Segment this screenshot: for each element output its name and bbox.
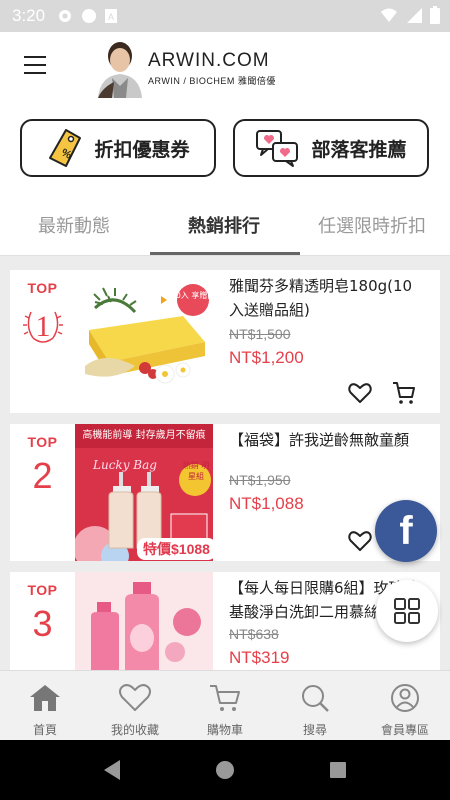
tab-latest[interactable]: 最新動態 bbox=[38, 212, 110, 238]
original-price: NT$1,950 bbox=[229, 472, 291, 488]
menu-icon[interactable] bbox=[24, 56, 46, 74]
rank-label: TOP bbox=[27, 280, 58, 296]
sale-price: NT$1,200 bbox=[229, 348, 304, 367]
rank-number: 3 bbox=[32, 603, 53, 644]
cart-icon bbox=[210, 685, 240, 711]
tab-active-indicator bbox=[150, 252, 300, 255]
badge-text: 熱銷 明星組 bbox=[182, 461, 210, 481]
nav-member[interactable]: 會員專區 bbox=[360, 683, 450, 738]
facebook-icon: f bbox=[399, 508, 413, 553]
rank-badge: TOP 2 bbox=[10, 434, 75, 494]
original-price: NT$638 bbox=[229, 626, 279, 642]
nav-cart[interactable]: 購物車 bbox=[180, 683, 270, 738]
badge-text: 10入 享贈品 bbox=[171, 290, 213, 300]
logo[interactable]: ARWIN.COM ARWIN / BIOCHEM 雅聞倍優 bbox=[92, 38, 292, 98]
tab-bar: 最新動態 熱銷排行 任選限時折扣 bbox=[0, 194, 450, 256]
rank-badge: TOP 3 bbox=[10, 582, 75, 642]
status-time: 3:20 bbox=[12, 6, 46, 25]
battery-icon bbox=[430, 6, 440, 24]
coupon-button[interactable]: % 折扣優惠券 bbox=[20, 119, 216, 177]
rank-badge: TOP 1 bbox=[10, 280, 75, 354]
svg-text:A: A bbox=[108, 12, 114, 22]
grid-icon bbox=[394, 598, 420, 624]
nav-label: 購物車 bbox=[206, 723, 243, 737]
pink-bottles-image bbox=[91, 582, 201, 670]
circle-icon bbox=[82, 9, 97, 23]
tab-limited-discount[interactable]: 任選限時折扣 bbox=[318, 212, 426, 238]
font-icon: A bbox=[105, 9, 118, 23]
favorite-heart-icon[interactable] bbox=[347, 528, 373, 554]
rank-number: 2 bbox=[32, 455, 53, 496]
logo-title: ARWIN.COM bbox=[148, 50, 270, 71]
blog-recommend-button[interactable]: 部落客推薦 bbox=[233, 119, 429, 177]
logo-portrait-icon bbox=[98, 42, 142, 98]
tab-bestseller[interactable]: 熱銷排行 bbox=[188, 212, 260, 238]
sale-price: NT$1,088 bbox=[229, 494, 304, 513]
product-card-1[interactable]: TOP 1 10入 享贈品 雅聞芬多精透明皂180g(10入送贈品組) NT$1… bbox=[10, 270, 440, 413]
nav-label: 首頁 bbox=[32, 723, 57, 737]
wifi-icon bbox=[381, 8, 397, 22]
product-image[interactable]: 10入 享贈品 bbox=[75, 270, 213, 413]
logo-subtitle: ARWIN / BIOCHEM 雅聞倍優 bbox=[148, 76, 276, 86]
status-bar: 3:20 A bbox=[0, 0, 450, 32]
favorite-heart-icon[interactable] bbox=[347, 380, 373, 406]
back-icon[interactable] bbox=[102, 759, 122, 781]
product-image[interactable] bbox=[75, 572, 213, 670]
coupon-label: 折扣優惠券 bbox=[94, 138, 190, 161]
rank-label: TOP bbox=[27, 434, 58, 450]
nav-label: 我的收藏 bbox=[110, 723, 159, 737]
nav-home[interactable]: 首頁 bbox=[0, 683, 90, 738]
product-card-3[interactable]: TOP 3 【每人每日限購6組】玫瑰胺基酸淨白洗卸二用慕絲 NT$638 NT$… bbox=[10, 572, 440, 670]
rank-number: 1 bbox=[35, 310, 50, 343]
add-to-cart-icon[interactable] bbox=[391, 380, 417, 406]
facebook-button[interactable]: f bbox=[375, 500, 437, 562]
coupon-tag-icon: % bbox=[49, 129, 82, 167]
home-icon bbox=[30, 685, 60, 711]
recents-icon[interactable] bbox=[329, 761, 347, 779]
search-icon bbox=[302, 685, 329, 712]
nav-label: 搜尋 bbox=[302, 723, 327, 737]
nav-search[interactable]: 搜尋 bbox=[270, 683, 360, 738]
promo-banner: 高機能前導 封存歲月不留痕 bbox=[75, 424, 213, 448]
app-header: ARWIN.COM ARWIN / BIOCHEM 雅聞倍優 bbox=[0, 32, 450, 102]
heart-icon bbox=[119, 684, 151, 711]
blog-label: 部落客推薦 bbox=[311, 138, 407, 161]
settings-icon bbox=[59, 10, 72, 22]
rank-label: TOP bbox=[27, 582, 58, 598]
laurel-icon: 1 bbox=[22, 310, 63, 343]
product-title[interactable]: 【福袋】許我逆齡無敵童顏 bbox=[229, 428, 426, 452]
sale-price: NT$319 bbox=[229, 648, 290, 667]
system-nav-bar bbox=[0, 740, 450, 800]
signal-icon bbox=[407, 8, 422, 23]
nav-label: 會員專區 bbox=[380, 723, 429, 737]
quick-menu-button[interactable] bbox=[376, 580, 438, 642]
nav-favorites[interactable]: 我的收藏 bbox=[90, 683, 180, 738]
user-icon bbox=[391, 684, 419, 712]
original-price: NT$1,500 bbox=[229, 326, 291, 342]
special-price-badge: 特價$1088 bbox=[137, 538, 213, 560]
bottom-nav: 首頁 我的收藏 購物車 搜尋 會員專區 bbox=[0, 670, 450, 740]
promo-row: % 折扣優惠券 部落客推薦 bbox=[0, 102, 450, 194]
chat-hearts-icon bbox=[256, 130, 299, 167]
product-image[interactable]: 高機能前導 封存歲月不留痕 Lucky Bag 熱銷 明星組 特價$1088 bbox=[75, 424, 213, 561]
soap-image: 10入 享贈品 bbox=[85, 284, 213, 384]
home-circle-icon[interactable] bbox=[215, 760, 235, 780]
product-title[interactable]: 雅聞芬多精透明皂180g(10入送贈品組) bbox=[229, 274, 426, 322]
